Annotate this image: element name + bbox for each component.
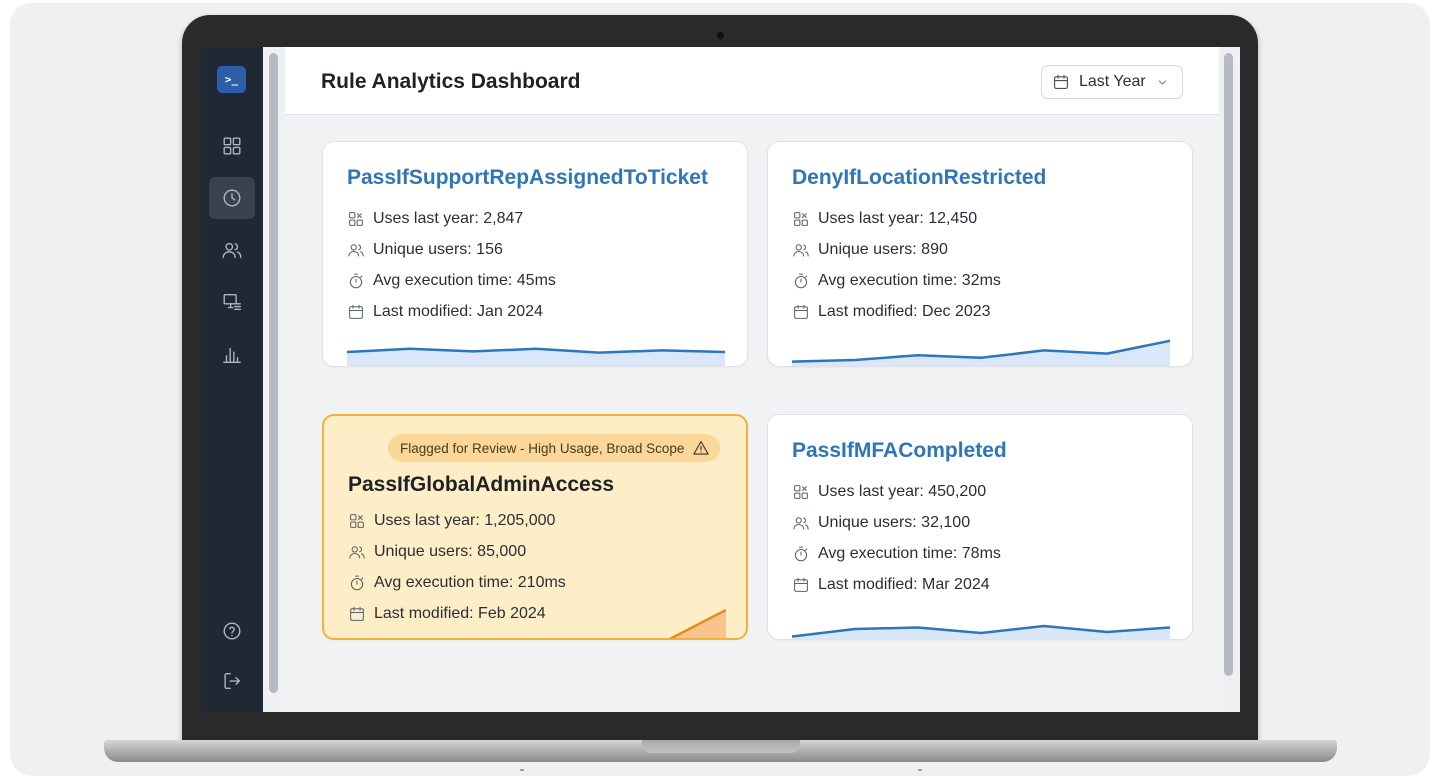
help-icon — [223, 622, 241, 640]
rule-title[interactable]: DenyIfLocationRestricted — [792, 166, 1046, 190]
flag-badge: Flagged for Review - High Usage, Broad S… — [388, 434, 721, 462]
usage-sparkline — [347, 347, 725, 366]
calendar-icon — [794, 577, 808, 592]
logout-icon — [224, 672, 241, 690]
users-icon — [793, 244, 809, 257]
stat-last-modified: Last modified: Mar 2024 — [792, 574, 990, 596]
users-icon — [793, 517, 809, 530]
users-icon — [349, 546, 365, 559]
stat-last-modified: Last modified: Dec 2023 — [792, 301, 991, 323]
stat-last-modified: Last modified: Jan 2024 — [347, 301, 543, 323]
stat-uses: Uses last year: 1,205,000 — [348, 510, 555, 532]
chevron-down-icon — [1158, 79, 1166, 85]
stopwatch-icon — [350, 575, 364, 591]
sidebar-item-analytics[interactable] — [209, 333, 255, 375]
stat-users: Unique users: 85,000 — [348, 541, 526, 563]
sidebar: >_ — [201, 47, 263, 712]
app-logo[interactable]: >_ — [217, 66, 246, 93]
bar-chart-icon — [223, 347, 241, 363]
stat-uses: Uses last year: 450,200 — [792, 481, 986, 503]
main-scrollbar[interactable] — [1224, 53, 1233, 676]
usage-icon — [350, 514, 364, 528]
sparkline-area — [792, 340, 1170, 366]
stat-users: Unique users: 32,100 — [792, 512, 970, 534]
stat-uses: Uses last year: 2,847 — [347, 208, 523, 230]
users-icon — [348, 244, 364, 257]
stat-avg-time: Avg execution time: 210ms — [348, 572, 566, 594]
sidebar-item-help[interactable] — [209, 610, 255, 652]
sidebar-item-logout[interactable] — [209, 660, 255, 702]
monitor-list-icon — [223, 293, 241, 311]
stat-avg-time: Avg execution time: 45ms — [347, 270, 556, 292]
calendar-icon — [794, 304, 808, 319]
stat-avg-time: Avg execution time: 32ms — [792, 270, 1001, 292]
page-title: Rule Analytics Dashboard — [321, 70, 581, 93]
sparkline-line — [668, 608, 726, 638]
stat-avg-time: Avg execution time: 78ms — [792, 543, 1001, 565]
stopwatch-icon — [794, 546, 808, 562]
usage-icon — [794, 485, 808, 499]
calendar-icon — [349, 304, 363, 319]
stat-users: Unique users: 156 — [347, 239, 503, 261]
laptop-foot — [520, 769, 524, 771]
rule-title[interactable]: PassIfMFACompleted — [792, 439, 1007, 463]
usage-sparkline — [792, 624, 1170, 639]
usage-sparkline — [792, 339, 1170, 366]
warning-icon — [693, 441, 710, 455]
page-header: Rule Analytics Dashboard Last Year — [285, 47, 1219, 115]
rule-card[interactable]: DenyIfLocationRestricted Uses last year:… — [767, 141, 1193, 367]
sidebar-item-dashboard[interactable] — [209, 125, 255, 167]
main-content: Rule Analytics Dashboard Last Year PassI… — [285, 47, 1219, 712]
rule-card-flagged[interactable]: Flagged for Review - High Usage, Broad S… — [322, 414, 748, 640]
webcam — [717, 32, 724, 39]
rule-title[interactable]: PassIfGlobalAdminAccess — [348, 473, 614, 497]
clock-icon — [223, 189, 241, 207]
sidebar-item-devices[interactable] — [209, 281, 255, 323]
calendar-icon — [1054, 74, 1068, 89]
rule-card[interactable]: PassIfMFACompleted Uses last year: 450,2… — [767, 414, 1193, 640]
stat-users: Unique users: 890 — [792, 239, 948, 261]
stopwatch-icon — [794, 273, 808, 289]
laptop-foot — [918, 769, 922, 771]
users-icon — [222, 242, 242, 259]
stat-uses: Uses last year: 12,450 — [792, 208, 977, 230]
rule-title[interactable]: PassIfSupportRepAssignedToTicket — [347, 166, 708, 190]
rule-card[interactable]: PassIfSupportRepAssignedToTicket Uses la… — [322, 141, 748, 367]
date-range-value: Last Year — [1079, 73, 1146, 90]
usage-sparkline — [668, 608, 726, 638]
stopwatch-icon — [349, 273, 363, 289]
grid-icon — [223, 137, 241, 155]
usage-icon — [349, 212, 363, 226]
usage-icon — [794, 212, 808, 226]
sidebar-item-users[interactable] — [209, 229, 255, 271]
sidebar-scrollbar[interactable] — [269, 53, 278, 693]
sidebar-item-history[interactable] — [209, 177, 255, 219]
laptop-hinge-notch — [642, 740, 800, 753]
sparkline-area — [671, 610, 726, 638]
screen: >_ Rule Analytics Dashboard Last Year Pa… — [201, 47, 1240, 712]
date-range-select[interactable]: Last Year — [1041, 65, 1183, 99]
